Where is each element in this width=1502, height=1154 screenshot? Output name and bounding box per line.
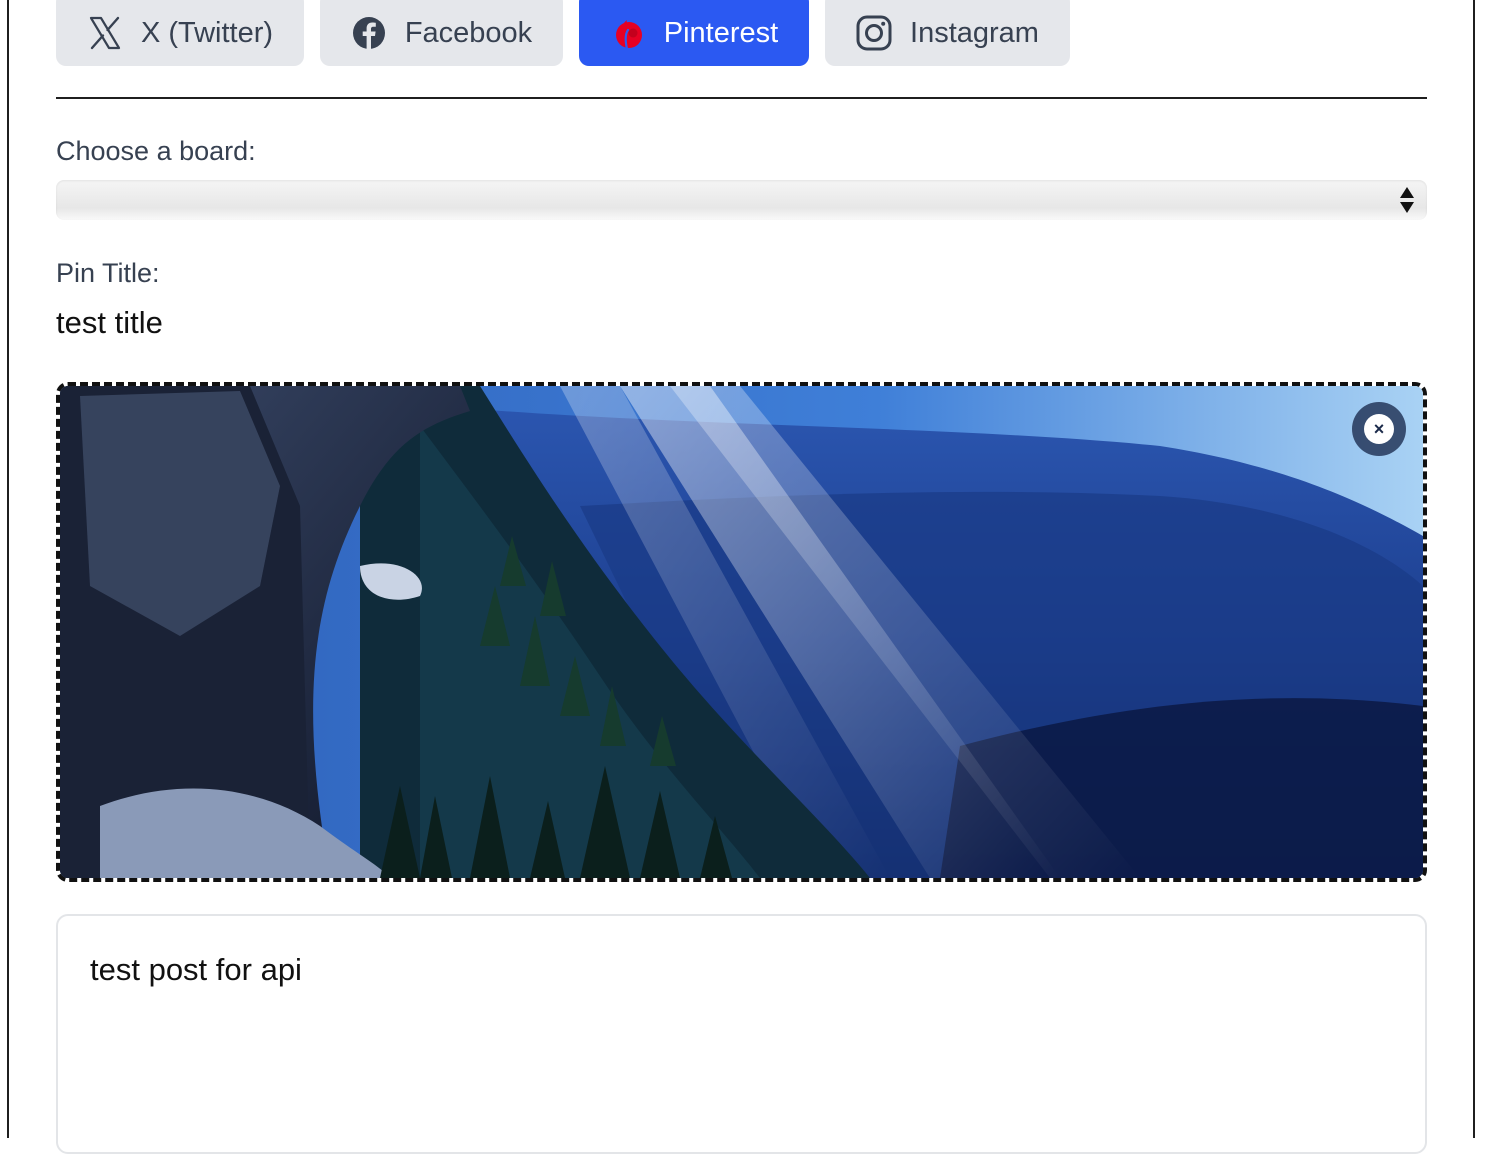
post-text-area[interactable]: test post for api — [56, 914, 1427, 1154]
tab-pinterest[interactable]: Pinterest — [579, 0, 809, 66]
x-twitter-icon — [87, 15, 123, 51]
divider — [56, 97, 1427, 99]
facebook-icon — [351, 15, 387, 51]
tab-instagram[interactable]: Instagram — [825, 0, 1070, 66]
board-select[interactable] — [56, 180, 1427, 220]
pin-title-value: test title — [56, 305, 163, 340]
image-dropzone[interactable] — [56, 382, 1427, 882]
tab-label: Pinterest — [663, 16, 779, 49]
remove-image-button[interactable]: × — [1352, 402, 1406, 456]
board-label: Choose a board: — [56, 136, 256, 166]
tab-label: X (Twitter) — [140, 16, 274, 49]
tab-twitter[interactable]: X (Twitter) — [56, 0, 304, 66]
uploaded-image — [60, 386, 1423, 878]
tab-label: Facebook — [404, 16, 533, 49]
close-icon: × — [1364, 414, 1394, 444]
select-arrows-icon — [1399, 185, 1415, 215]
platform-tabs: X (Twitter) Facebook Pinterest Instagram — [56, 0, 1070, 66]
tab-label: Instagram — [910, 16, 1039, 49]
post-text: test post for api — [90, 952, 302, 987]
pin-title-label: Pin Title: — [56, 258, 160, 288]
tab-facebook[interactable]: Facebook — [320, 0, 563, 66]
pinterest-icon — [610, 15, 646, 51]
instagram-icon — [856, 15, 892, 51]
